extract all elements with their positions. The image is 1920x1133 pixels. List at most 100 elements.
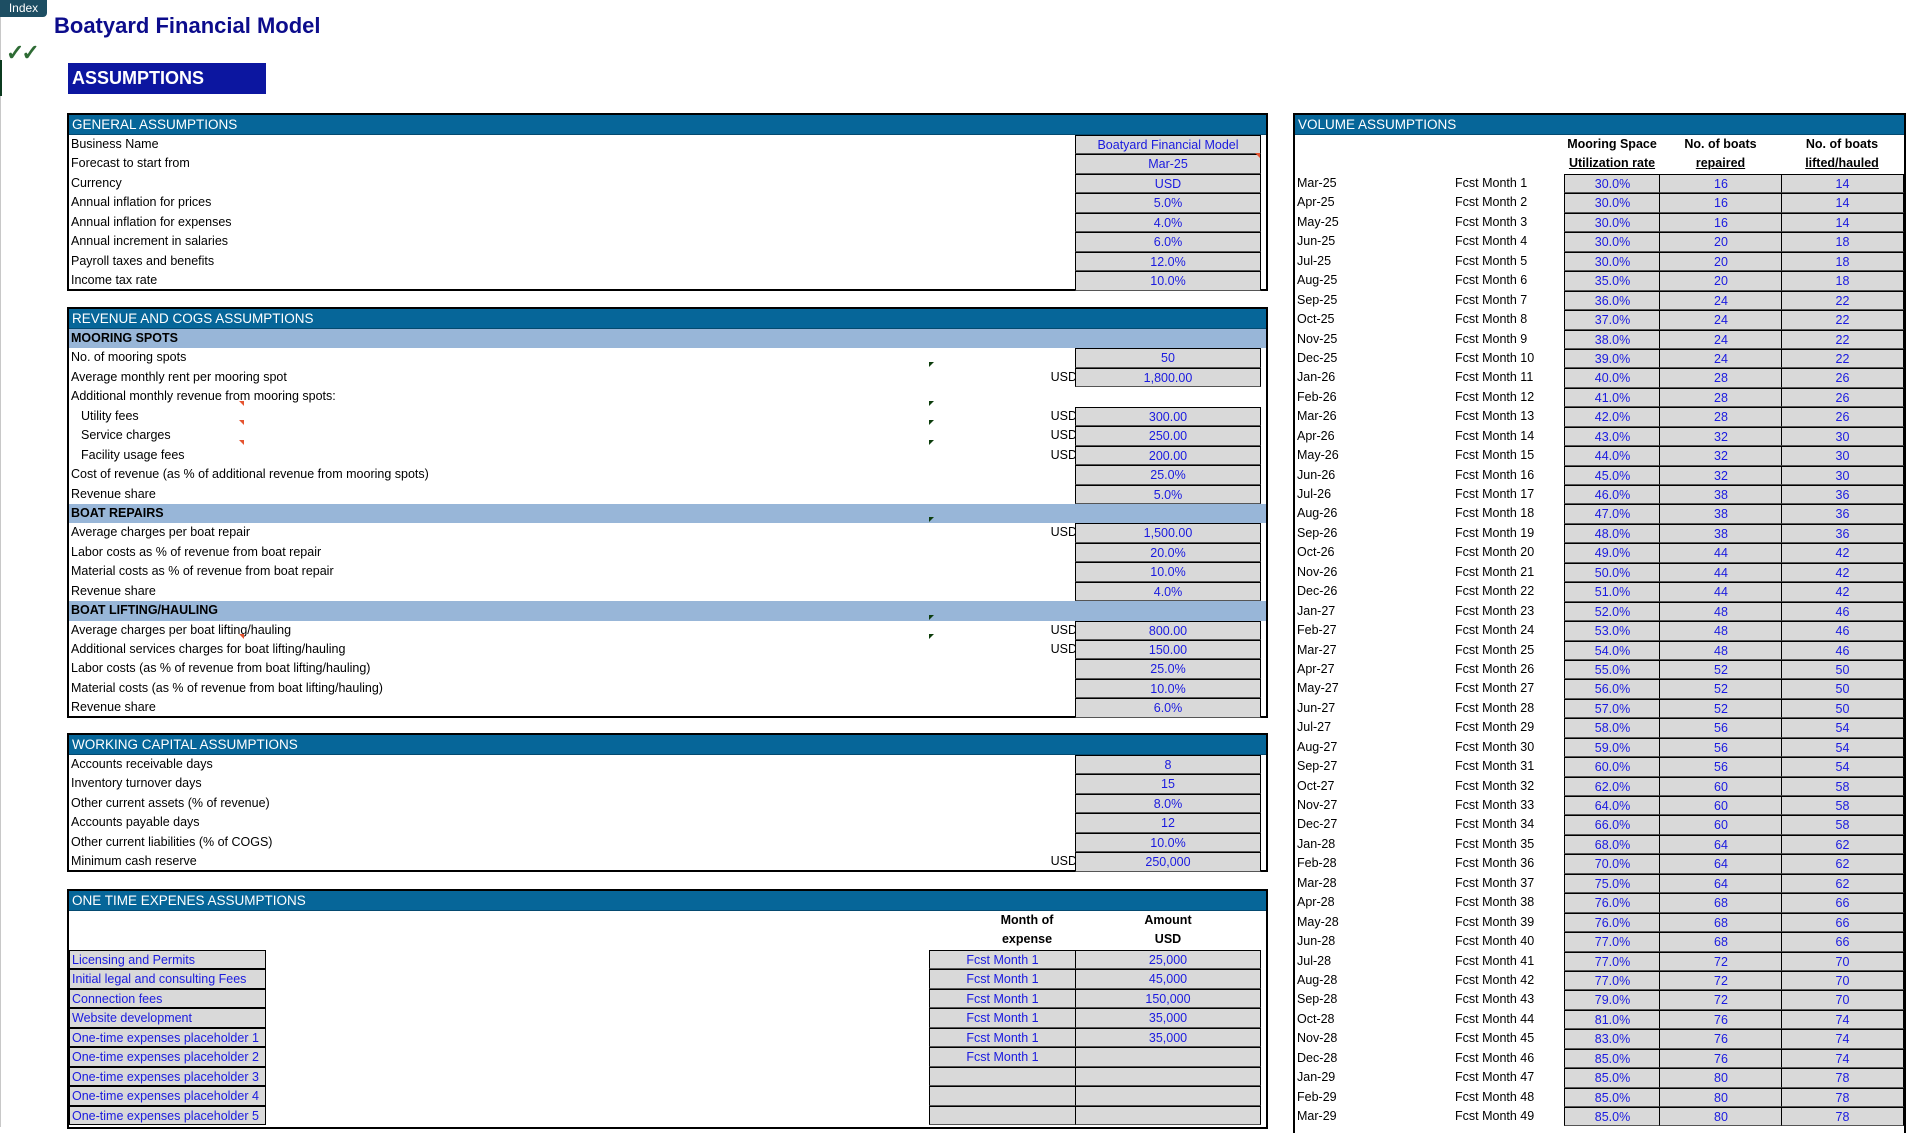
expense-name-input[interactable]: Licensing and Permits [69,950,266,970]
boats-repaired-input[interactable]: 80 [1659,1087,1783,1107]
boats-repaired-input[interactable]: 20 [1659,251,1783,272]
boats-lifted-input[interactable]: 50 [1781,659,1904,680]
utilization-rate-input[interactable]: 49.0% [1564,543,1661,563]
boats-lifted-input[interactable]: 54 [1781,757,1904,777]
boats-repaired-input[interactable]: 64 [1659,834,1783,855]
input-cell[interactable]: 12.0% [1075,251,1261,272]
expense-name-input[interactable]: Connection fees [69,988,266,1009]
expense-amount-input[interactable]: 25,000 [1075,950,1261,970]
boats-repaired-input[interactable]: 68 [1659,932,1783,952]
boats-repaired-input[interactable]: 56 [1659,718,1783,738]
utilization-rate-input[interactable]: 68.0% [1564,834,1661,855]
utilization-rate-input[interactable]: 81.0% [1564,1009,1661,1030]
utilization-rate-input[interactable]: 64.0% [1564,796,1661,816]
boats-lifted-input[interactable]: 62 [1781,834,1904,855]
boats-lifted-input[interactable]: 26 [1781,387,1904,408]
boats-repaired-input[interactable]: 76 [1659,1029,1783,1049]
boats-repaired-input[interactable]: 80 [1659,1068,1783,1088]
utilization-rate-input[interactable]: 58.0% [1564,718,1661,738]
input-cell[interactable]: 250.00 [1075,426,1261,446]
boats-lifted-input[interactable]: 22 [1781,348,1904,369]
utilization-rate-input[interactable]: 47.0% [1564,504,1661,524]
utilization-rate-input[interactable]: 48.0% [1564,523,1661,544]
input-cell[interactable]: 150.00 [1075,640,1261,660]
input-cell[interactable]: 8.0% [1075,793,1261,814]
boats-lifted-input[interactable]: 58 [1781,815,1904,835]
expense-name-input[interactable]: One-time expenses placeholder 5 [69,1105,266,1125]
input-cell[interactable]: 25.0% [1075,465,1261,485]
boats-lifted-input[interactable]: 62 [1781,854,1904,874]
utilization-rate-input[interactable]: 36.0% [1564,290,1661,311]
utilization-rate-input[interactable]: 56.0% [1564,679,1661,699]
expense-name-input[interactable]: One-time expenses placeholder 4 [69,1086,266,1106]
boats-lifted-input[interactable]: 14 [1781,212,1904,233]
boats-lifted-input[interactable]: 74 [1781,1009,1904,1030]
boats-lifted-input[interactable]: 70 [1781,951,1904,971]
boats-repaired-input[interactable]: 48 [1659,621,1783,641]
index-button[interactable]: Index [0,0,47,17]
boats-repaired-input[interactable]: 28 [1659,407,1783,427]
utilization-rate-input[interactable]: 76.0% [1564,893,1661,913]
boats-lifted-input[interactable]: 50 [1781,698,1904,719]
utilization-rate-input[interactable]: 53.0% [1564,621,1661,641]
boats-lifted-input[interactable]: 26 [1781,407,1904,427]
utilization-rate-input[interactable]: 30.0% [1564,251,1661,272]
boats-repaired-input[interactable]: 72 [1659,951,1783,971]
boats-lifted-input[interactable]: 54 [1781,737,1904,758]
expense-amount-input[interactable] [1075,1086,1261,1106]
utilization-rate-input[interactable]: 60.0% [1564,757,1661,777]
boats-repaired-input[interactable]: 32 [1659,446,1783,466]
input-cell[interactable]: 25.0% [1075,659,1261,679]
input-cell[interactable]: 6.0% [1075,232,1261,252]
boats-lifted-input[interactable]: 18 [1781,251,1904,272]
utilization-rate-input[interactable]: 83.0% [1564,1029,1661,1049]
input-cell[interactable]: 10.0% [1075,678,1261,699]
input-cell[interactable]: 8 [1075,755,1261,775]
boats-repaired-input[interactable]: 16 [1659,174,1783,194]
boats-repaired-input[interactable]: 38 [1659,485,1783,505]
utilization-rate-input[interactable]: 44.0% [1564,446,1661,466]
utilization-rate-input[interactable]: 51.0% [1564,582,1661,602]
boats-lifted-input[interactable]: 78 [1781,1087,1904,1107]
utilization-rate-input[interactable]: 50.0% [1564,562,1661,583]
boats-repaired-input[interactable]: 56 [1659,757,1783,777]
expense-amount-input[interactable] [1075,1066,1261,1087]
utilization-rate-input[interactable]: 52.0% [1564,601,1661,622]
boats-repaired-input[interactable]: 76 [1659,1048,1783,1069]
boats-lifted-input[interactable]: 58 [1781,776,1904,796]
boats-repaired-input[interactable]: 28 [1659,387,1783,408]
boats-repaired-input[interactable]: 16 [1659,212,1783,233]
expense-amount-input[interactable]: 150,000 [1075,988,1261,1009]
boats-repaired-input[interactable]: 60 [1659,776,1783,796]
expense-amount-input[interactable] [1075,1047,1261,1067]
utilization-rate-input[interactable]: 75.0% [1564,873,1661,894]
utilization-rate-input[interactable]: 85.0% [1564,1087,1661,1107]
boats-repaired-input[interactable]: 48 [1659,601,1783,622]
boats-lifted-input[interactable]: 14 [1781,193,1904,213]
expense-month-select[interactable] [929,1066,1076,1087]
expense-amount-input[interactable]: 35,000 [1075,1027,1261,1048]
input-cell[interactable]: 15 [1075,774,1261,794]
boats-repaired-input[interactable]: 64 [1659,873,1783,894]
boats-repaired-input[interactable]: 44 [1659,543,1783,563]
boats-repaired-input[interactable]: 24 [1659,329,1783,349]
utilization-rate-input[interactable]: 57.0% [1564,698,1661,719]
boats-repaired-input[interactable]: 20 [1659,232,1783,252]
utilization-rate-input[interactable]: 40.0% [1564,368,1661,388]
boats-lifted-input[interactable]: 36 [1781,504,1904,524]
input-cell[interactable]: 5.0% [1075,484,1261,504]
boats-repaired-input[interactable]: 32 [1659,426,1783,447]
boats-lifted-input[interactable]: 66 [1781,893,1904,913]
boats-lifted-input[interactable]: 46 [1781,640,1904,660]
utilization-rate-input[interactable]: 77.0% [1564,932,1661,952]
utilization-rate-input[interactable]: 59.0% [1564,737,1661,758]
expense-month-select[interactable]: Fcst Month 1 [929,1027,1076,1048]
boats-repaired-input[interactable]: 24 [1659,310,1783,330]
boats-lifted-input[interactable]: 22 [1781,290,1904,311]
boats-repaired-input[interactable]: 28 [1659,368,1783,388]
boats-repaired-input[interactable]: 60 [1659,815,1783,835]
input-cell[interactable]: Boatyard Financial Model [1075,135,1261,155]
expense-amount-input[interactable] [1075,1105,1261,1125]
boats-lifted-input[interactable]: 18 [1781,271,1904,291]
input-cell[interactable]: 200.00 [1075,445,1261,466]
